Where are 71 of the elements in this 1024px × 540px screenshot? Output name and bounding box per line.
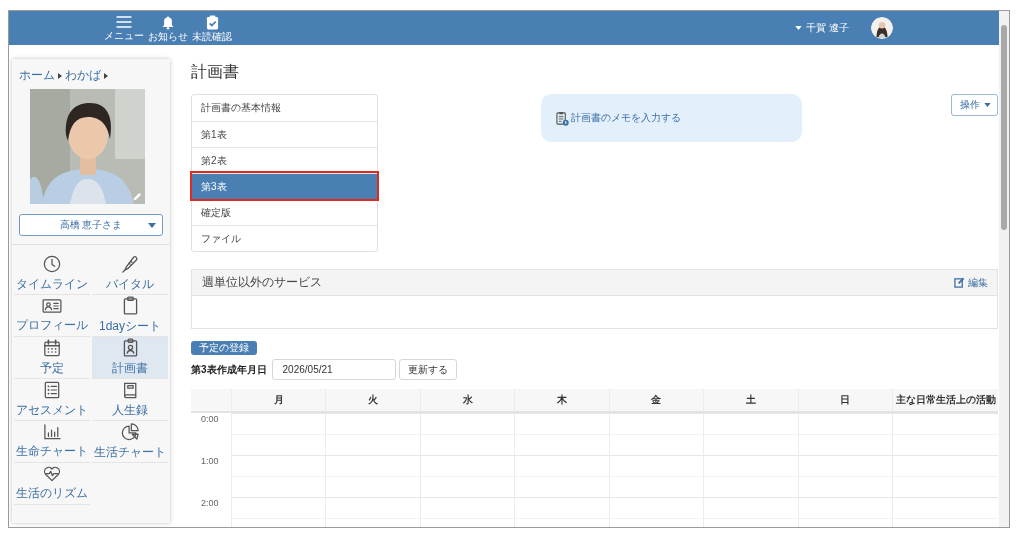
- column-header: 日: [797, 389, 892, 413]
- sidebar-item[interactable]: 予定: [14, 337, 90, 379]
- nav-label[interactable]: 未読確認: [192, 30, 232, 42]
- nav-item[interactable]: 第3表: [192, 173, 377, 199]
- bell-icon: [161, 14, 175, 30]
- breadcrumb-link[interactable]: ホーム: [19, 67, 55, 84]
- column-header: 火: [325, 389, 420, 413]
- sidebar-item[interactable]: 生命チャート: [14, 421, 90, 463]
- column-header: 水: [419, 389, 515, 413]
- breadcrumb-link[interactable]: わかば: [65, 67, 101, 84]
- nav-item[interactable]: 確定版: [192, 199, 377, 225]
- column-header: 金: [608, 389, 704, 413]
- column-header: 土: [703, 389, 798, 413]
- sidebar-item[interactable]: タイムライン: [14, 253, 90, 295]
- edit-icon: [954, 277, 965, 288]
- clipboard-info-icon: [556, 110, 569, 126]
- column-header: 主な日常生活上の活動: [892, 389, 998, 413]
- nav-label[interactable]: メニュー: [104, 29, 144, 41]
- time-label: 2:00: [201, 498, 219, 508]
- memo-button[interactable]: 計画書のメモを入力する: [541, 94, 802, 142]
- nav-item[interactable]: 第1表: [192, 121, 377, 147]
- caret-icon: [984, 103, 991, 107]
- calendar-icon: [43, 338, 61, 357]
- thermometer-icon: [121, 254, 139, 273]
- sidebar-item[interactable]: アセスメント: [14, 379, 90, 421]
- sidebar-item[interactable]: バイタル: [92, 253, 168, 295]
- scrollbar-thumb[interactable]: [1001, 25, 1007, 230]
- clipboard-person-icon: [122, 338, 138, 357]
- update-button[interactable]: 更新する: [398, 359, 457, 380]
- bar-chart-icon: [43, 423, 61, 440]
- clipboard-icon: [122, 296, 138, 315]
- id-card-icon: [42, 297, 62, 314]
- nav-button[interactable]: お知らせ: [147, 14, 189, 42]
- field-label: 第3表作成年月日: [191, 362, 267, 377]
- page-title: 計画書: [191, 62, 240, 82]
- scrollbar[interactable]: [999, 11, 1009, 527]
- nav-button[interactable]: 未読確認: [191, 14, 233, 42]
- book-icon: [122, 380, 138, 399]
- nav-label[interactable]: お知らせ: [148, 30, 188, 42]
- actions-dropdown[interactable]: 操作: [951, 94, 998, 116]
- chevron-icon: [104, 72, 108, 79]
- checklist-icon: [44, 380, 60, 399]
- nav-button[interactable]: メニュー: [103, 14, 145, 42]
- pie-chart-icon: [121, 422, 139, 441]
- chevron-icon: [58, 72, 62, 79]
- header-cell: [191, 389, 231, 413]
- column-header: 月: [231, 389, 326, 413]
- sidebar-item[interactable]: 計画書: [92, 337, 168, 379]
- sidebar-item[interactable]: 生活チャート: [92, 421, 168, 463]
- sidebar-item[interactable]: 人生録: [92, 379, 168, 421]
- menu-icon: [116, 14, 132, 29]
- time-label: 1:00: [201, 456, 219, 466]
- nav-item[interactable]: ファイル: [192, 225, 377, 251]
- caret-icon[interactable]: [795, 26, 803, 30]
- pencil-icon[interactable]: [133, 192, 142, 201]
- resident-dropdown[interactable]: 高橋 恵子さま: [19, 214, 163, 236]
- sidebar-item[interactable]: 生活のリズム: [14, 463, 90, 505]
- clipboard-check-icon: [205, 14, 219, 30]
- caret-icon: [148, 223, 156, 228]
- nav-item[interactable]: 計画書の基本情報: [192, 95, 377, 121]
- user-name[interactable]: 千賀 遼子: [806, 21, 849, 35]
- heartbeat-icon: [43, 465, 61, 482]
- time-label: 0:00: [201, 414, 219, 424]
- sidebar-item[interactable]: プロフィール: [14, 295, 90, 337]
- edit-link[interactable]: 編集: [954, 275, 988, 290]
- panel-title: 週単位以外のサービス: [202, 274, 322, 291]
- column-header: 木: [514, 389, 609, 413]
- clock-icon: [43, 254, 61, 273]
- avatar[interactable]: [871, 17, 893, 39]
- date-field[interactable]: 2026/05/21: [271, 359, 396, 380]
- register-button[interactable]: 予定の登録: [191, 341, 257, 355]
